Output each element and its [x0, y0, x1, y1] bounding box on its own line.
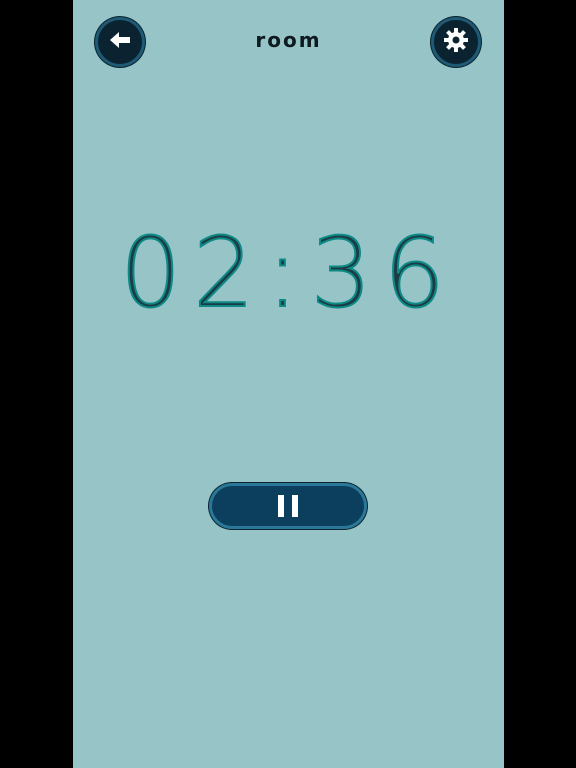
pause-icon: [278, 495, 298, 517]
settings-button[interactable]: [431, 17, 481, 67]
device-frame: room 02:36: [0, 0, 576, 768]
pause-bar-left: [278, 495, 284, 517]
pause-bar-right: [292, 495, 298, 517]
timer-display: 02:36: [119, 217, 457, 329]
pause-button[interactable]: [209, 483, 367, 529]
app-screen: room 02:36: [73, 0, 504, 768]
gear-icon: [442, 26, 470, 58]
